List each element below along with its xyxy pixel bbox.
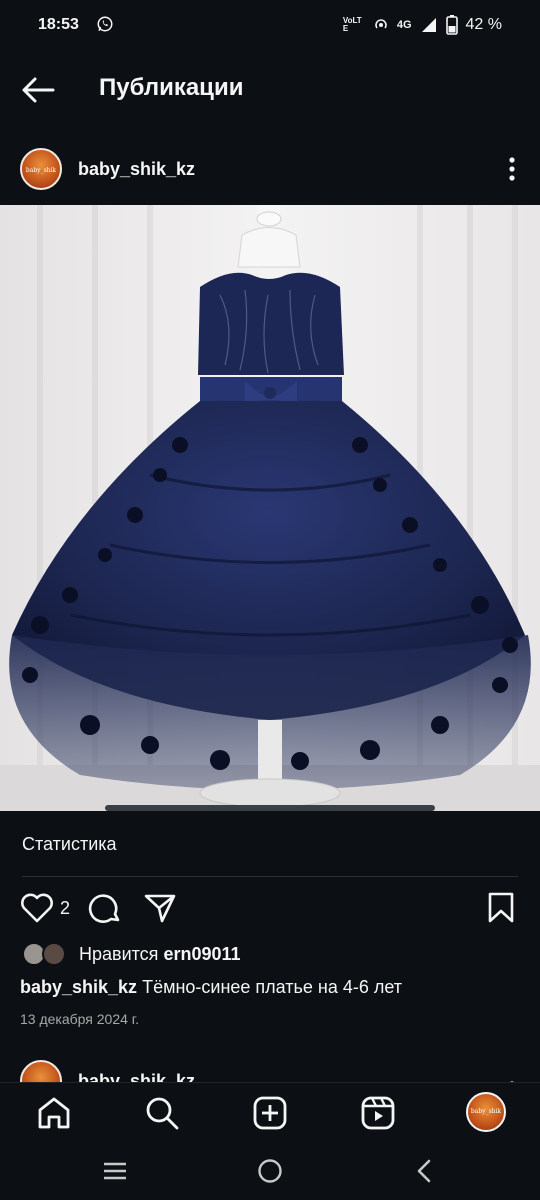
- comment-icon[interactable]: [88, 891, 122, 925]
- likes-text: Нравится ern09011: [79, 944, 241, 965]
- status-time: 18:53: [38, 16, 79, 33]
- more-vertical-icon[interactable]: [506, 1070, 518, 1082]
- profile-avatar[interactable]: baby_shik: [466, 1092, 506, 1132]
- more-vertical-icon[interactable]: [506, 156, 518, 182]
- recents-icon[interactable]: [102, 1158, 128, 1184]
- search-icon[interactable]: [144, 1095, 180, 1131]
- home-circle-icon[interactable]: [257, 1158, 283, 1184]
- back-chevron-icon[interactable]: [414, 1158, 434, 1184]
- dress-photo: [0, 205, 540, 811]
- post-header: baby_shik baby_shik_kz: [0, 140, 540, 200]
- hotspot-icon: [375, 19, 387, 29]
- divider: [22, 876, 518, 877]
- battery-level: 42 %: [465, 16, 502, 33]
- post-caption: baby_shik_kz Тёмно-синее платье на 4-6 л…: [20, 977, 530, 998]
- whatsapp-icon: [97, 16, 113, 32]
- liked-by-username[interactable]: ern09011: [163, 944, 240, 964]
- bottom-nav: baby_shik: [0, 1082, 540, 1143]
- avatar[interactable]: baby_shik: [20, 148, 62, 190]
- liker-avatar: [42, 942, 66, 966]
- avatar[interactable]: [20, 1060, 62, 1082]
- like-count[interactable]: 2: [60, 898, 70, 919]
- post-username[interactable]: baby_shik_kz: [78, 159, 195, 180]
- caption-username[interactable]: baby_shik_kz: [20, 977, 137, 997]
- status-icons: VoLTE 4G 42 %: [343, 15, 502, 35]
- next-post-header: baby_shik_kz: [0, 1058, 540, 1082]
- post-username[interactable]: baby_shik_kz: [78, 1071, 195, 1082]
- network-type: 4G: [396, 19, 412, 31]
- home-icon[interactable]: [36, 1095, 72, 1131]
- page-title: Публикации: [99, 74, 244, 101]
- create-icon[interactable]: [252, 1095, 288, 1131]
- post-date: 13 декабря 2024 г.: [20, 1011, 140, 1027]
- bookmark-icon[interactable]: [488, 892, 514, 924]
- arrow-left-icon[interactable]: [20, 74, 56, 106]
- top-bar: Публикации: [0, 60, 540, 120]
- signal-icon: [421, 18, 436, 32]
- system-nav: [0, 1142, 540, 1200]
- statistics-link[interactable]: Статистика: [22, 834, 117, 855]
- likes-prefix: Нравится: [79, 944, 159, 964]
- battery-icon: [445, 15, 458, 35]
- caption-text: Тёмно-синее платье на 4-6 лет: [142, 977, 403, 997]
- volte-icon: VoLTE: [342, 16, 362, 33]
- likes-summary[interactable]: Нравится ern09011: [22, 940, 522, 970]
- status-bar: 18:53 VoLTE 4G 42 %: [0, 0, 540, 52]
- post-actions: 2: [0, 888, 540, 928]
- profile-avatar-text: baby_shik: [470, 1108, 502, 1115]
- avatar-logo-text: baby_shik: [25, 167, 57, 174]
- share-icon[interactable]: [144, 893, 176, 923]
- heart-icon[interactable]: [20, 892, 54, 924]
- post-image[interactable]: [0, 205, 540, 811]
- reels-icon[interactable]: [360, 1095, 396, 1131]
